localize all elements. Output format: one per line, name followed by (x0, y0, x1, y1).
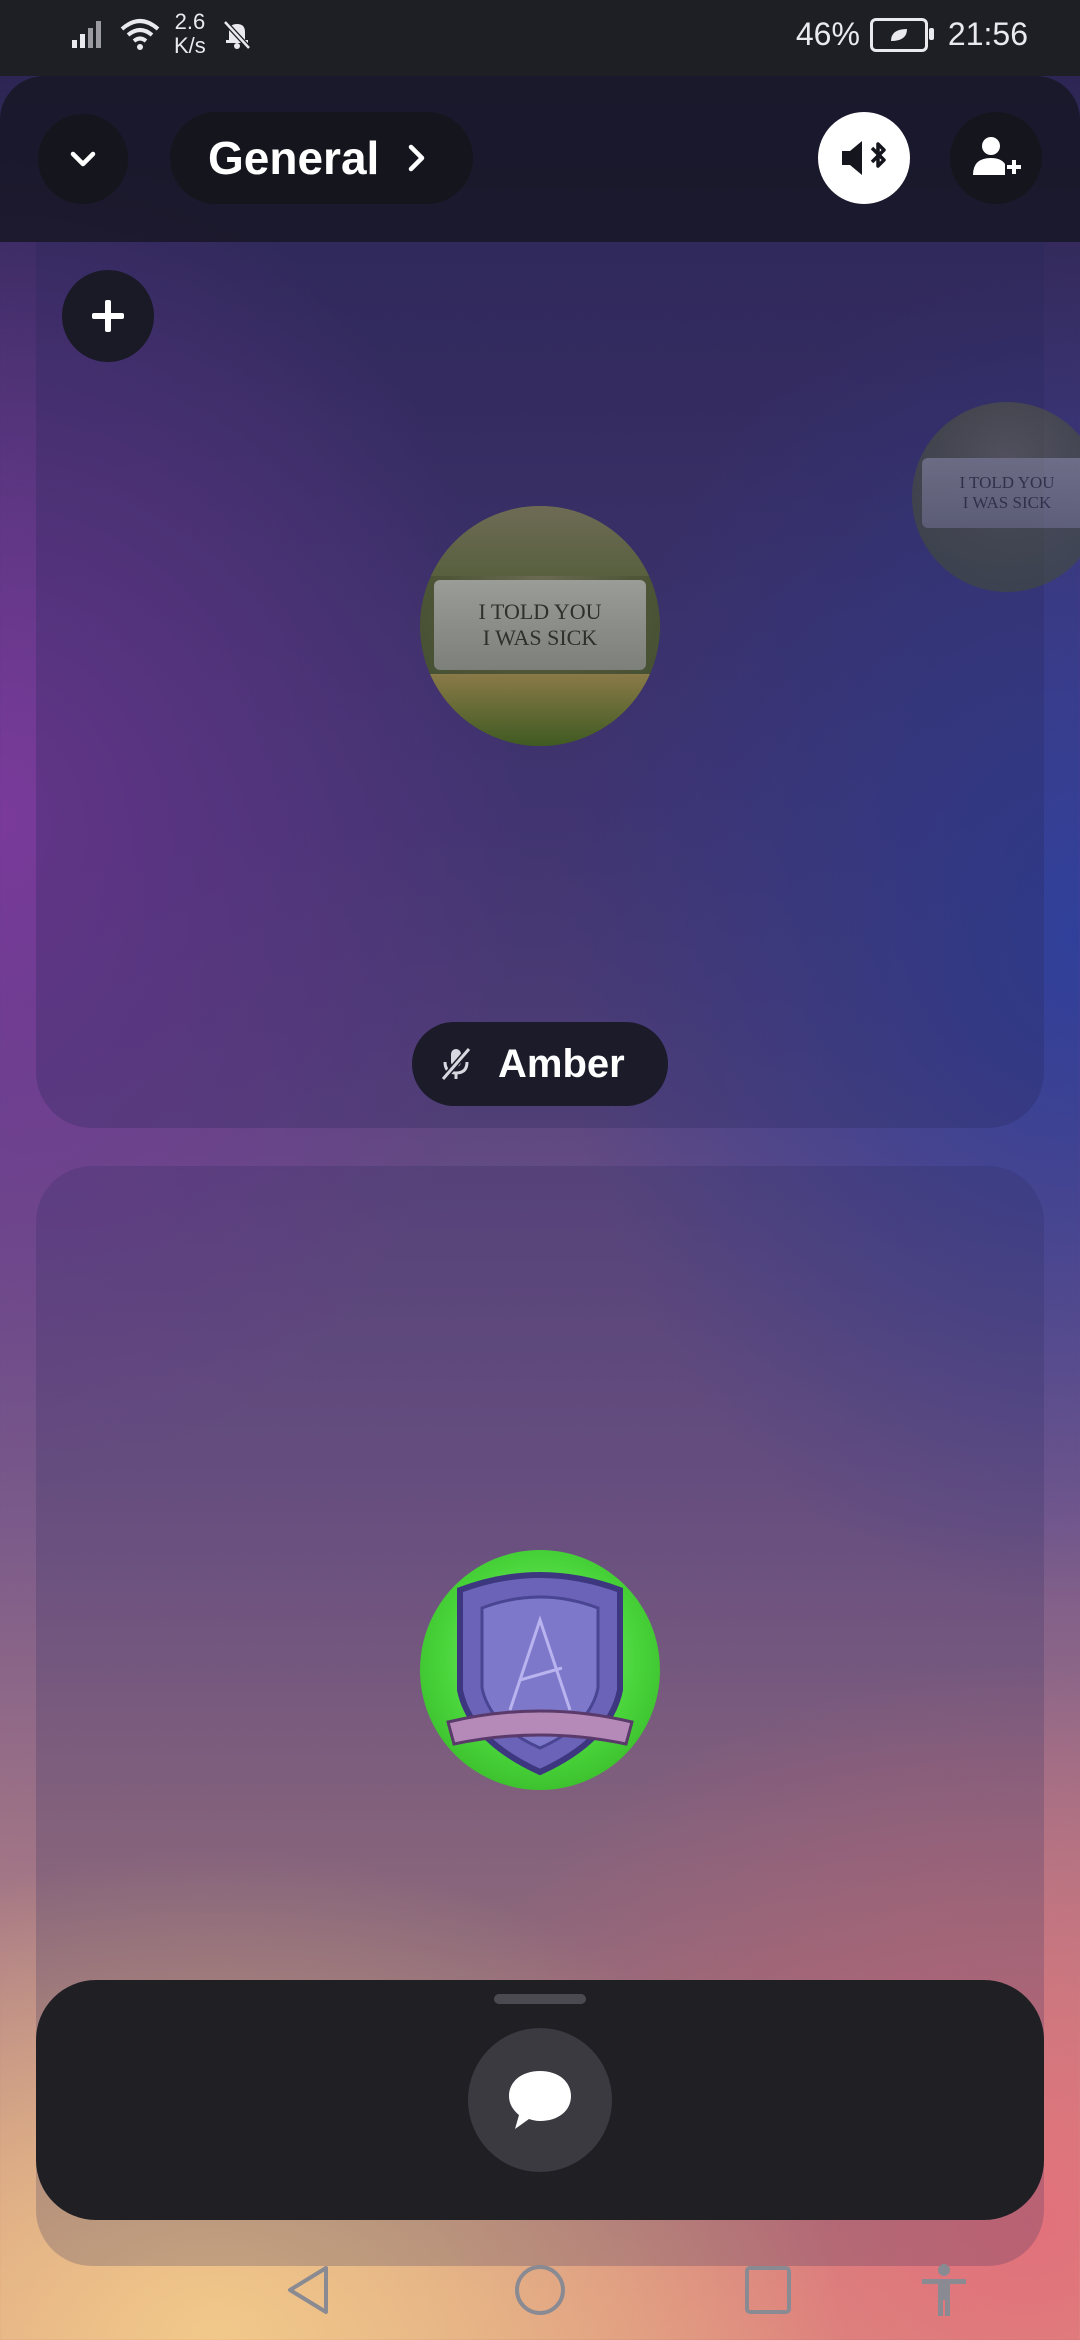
participant-name: Amber (498, 1041, 625, 1086)
avatar-image: I TOLD YOU I WAS SICK (434, 580, 646, 670)
accessibility-icon[interactable] (916, 2262, 972, 2318)
channel-name-button[interactable]: General (170, 112, 474, 204)
grass-bottom (420, 674, 660, 746)
battery-percent: 46% (795, 16, 860, 52)
chevron-right-icon (409, 144, 425, 172)
add-activity-button[interactable] (62, 270, 154, 362)
invite-button[interactable] (950, 112, 1042, 204)
channel-name: General (208, 132, 380, 184)
status-left: 2.6 K/s (70, 10, 254, 58)
open-chat-button[interactable] (468, 2028, 612, 2172)
home-icon[interactable] (512, 2262, 568, 2318)
mic-off-icon (440, 1047, 472, 1081)
participant-name-badge: Amber (412, 1022, 668, 1106)
net-speed: 2.6 K/s (174, 10, 206, 58)
chevron-down-icon (70, 151, 96, 167)
avatar-text-line2: I WAS SICK (482, 625, 598, 650)
shield-emblem (446, 1572, 634, 1776)
call-controls-sheet[interactable] (36, 1980, 1044, 2220)
system-nav-bar (0, 2240, 1080, 2340)
chat-bubble-icon (509, 2071, 571, 2129)
avatar-text-line1: I TOLD YOU (478, 599, 602, 624)
participant-avatar: I TOLD YOU I WAS SICK (420, 506, 660, 746)
sheet-drag-handle[interactable] (494, 1994, 586, 2004)
avatar-text-line1: I TOLD YOU (959, 473, 1055, 492)
status-right: 46% 21:56 (796, 16, 1028, 53)
recents-icon[interactable] (742, 2262, 794, 2318)
clock: 21:56 (947, 16, 1028, 52)
signal-icon (72, 21, 101, 48)
avatar-text-line2: I WAS SICK (962, 493, 1052, 512)
collapse-call-button[interactable] (38, 114, 128, 204)
battery-saver-icon (869, 17, 934, 52)
net-speed-value: 2.6 (174, 9, 206, 34)
back-icon[interactable] (282, 2262, 336, 2318)
plus-icon (92, 300, 124, 332)
net-speed-unit: K/s (174, 33, 206, 58)
status-bar: 2.6 K/s 46% 21:56 (0, 0, 1080, 76)
wifi-icon (120, 19, 160, 50)
audio-output-button[interactable] (818, 112, 910, 204)
add-user-icon (973, 137, 1021, 175)
call-header: General (0, 76, 1080, 242)
bluetooth-speaker-icon (842, 141, 886, 175)
grass-top (420, 506, 660, 576)
avatar-image: I TOLD YOU I WAS SICK (922, 458, 1080, 528)
participant-avatar-shield (420, 1550, 660, 1790)
bell-off-icon (222, 20, 251, 50)
